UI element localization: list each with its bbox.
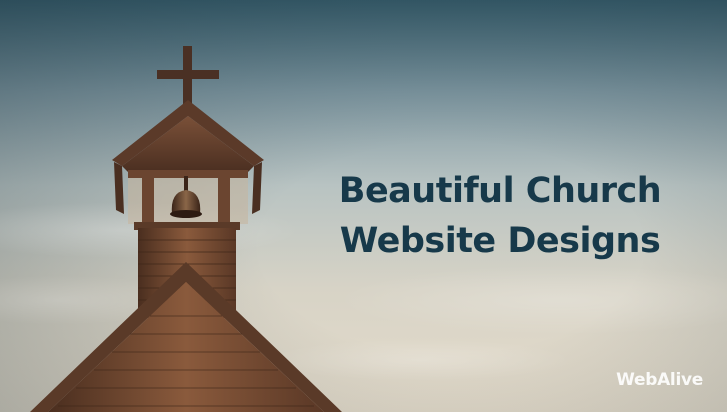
page-headline: Beautiful Church Website Designs bbox=[300, 166, 700, 266]
hero-banner: Beautiful Church Website Designs WebAliv… bbox=[0, 0, 727, 412]
headline-line-2: Website Designs bbox=[339, 221, 661, 261]
brand-logo: WebAlive bbox=[616, 370, 703, 390]
cross-icon bbox=[157, 46, 219, 106]
headline-line-1: Beautiful Church bbox=[338, 171, 662, 211]
church-roof bbox=[30, 262, 342, 412]
